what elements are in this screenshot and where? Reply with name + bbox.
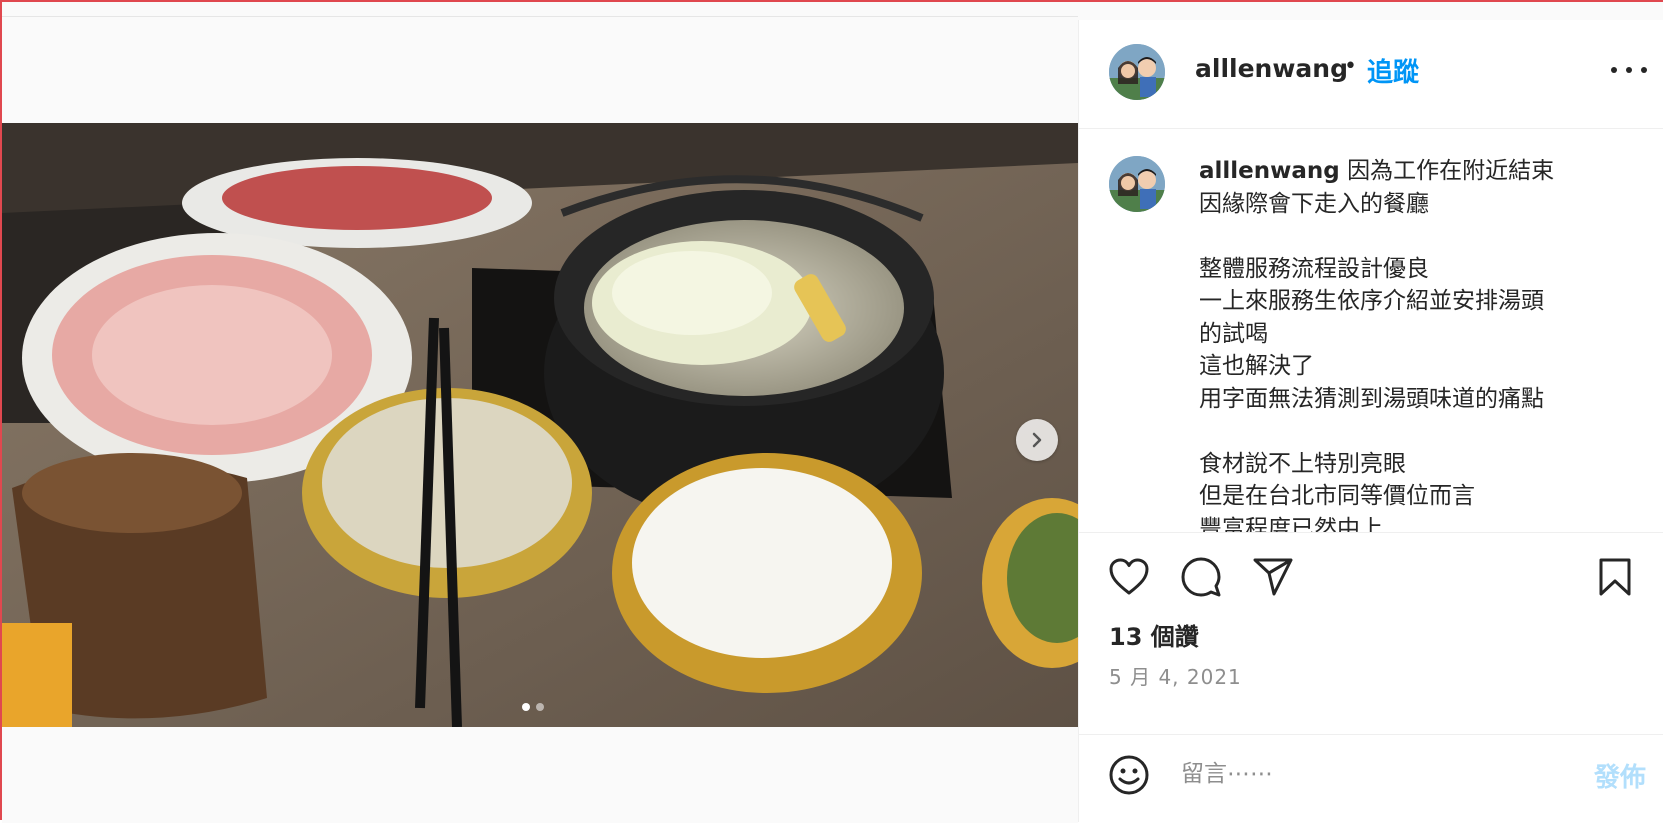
share-button[interactable] bbox=[1251, 555, 1295, 599]
post-date[interactable]: 5 月 4, 2021 bbox=[1109, 661, 1242, 690]
avatar-image bbox=[1109, 156, 1165, 212]
bookmark-icon bbox=[1599, 558, 1631, 596]
carousel-indicator bbox=[522, 703, 544, 711]
post-side-panel: alllenwang • 追蹤 alllenwang 因為工作在附近結束 因緣際… bbox=[1078, 20, 1663, 822]
chevron-right-icon bbox=[1032, 432, 1042, 448]
author-avatar[interactable] bbox=[1109, 44, 1165, 100]
like-button[interactable] bbox=[1107, 555, 1151, 599]
caption-line: 因緣際會下走入的餐廳 bbox=[1199, 190, 1429, 217]
caption-line: 用字面無法猜測到湯頭味道的痛點 bbox=[1199, 385, 1544, 412]
caption-line: 一上來服務生依序介紹並安排湯頭 bbox=[1199, 288, 1544, 314]
caption-line bbox=[1199, 415, 1649, 448]
carousel-dot bbox=[536, 703, 544, 711]
smiley-icon bbox=[1109, 755, 1149, 795]
more-options-button[interactable] bbox=[1611, 60, 1647, 80]
caption-username-link[interactable]: alllenwang bbox=[1199, 158, 1340, 184]
caption-line: 整體服務流程設計優良 bbox=[1199, 255, 1429, 282]
author-username-link[interactable]: alllenwang bbox=[1195, 54, 1348, 83]
caption-scroll-area[interactable]: alllenwang 因為工作在附近結束 因緣際會下走入的餐廳 整體服務流程設計… bbox=[1079, 129, 1663, 532]
emoji-button[interactable] bbox=[1107, 753, 1151, 797]
caption-line: 的試喝 bbox=[1199, 320, 1268, 347]
post-actions: 13 個讚 5 月 4, 2021 bbox=[1079, 532, 1663, 753]
post-photo[interactable] bbox=[2, 123, 1078, 727]
caption-first-line: alllenwang 因為工作在附近結束 bbox=[1199, 155, 1649, 188]
caption-text: 因為工作在附近結束 bbox=[1339, 158, 1555, 184]
caption-line: 食材說不上特別亮眼 bbox=[1199, 450, 1406, 477]
post-header: alllenwang • 追蹤 bbox=[1079, 20, 1663, 129]
likes-count[interactable]: 13 個讚 bbox=[1109, 617, 1199, 652]
caption-author-avatar[interactable] bbox=[1109, 156, 1165, 212]
post-media-area bbox=[2, 16, 1078, 823]
caption-line bbox=[1199, 220, 1649, 253]
comment-button[interactable] bbox=[1179, 555, 1223, 599]
post-comment-button[interactable]: 發佈 bbox=[1594, 757, 1646, 794]
avatar-image bbox=[1109, 44, 1165, 100]
comment-input[interactable] bbox=[1179, 753, 1563, 795]
browser-frame: alllenwang • 追蹤 alllenwang 因為工作在附近結束 因緣際… bbox=[0, 0, 1663, 823]
carousel-dot-active bbox=[522, 703, 530, 711]
save-button[interactable] bbox=[1593, 555, 1637, 599]
paper-plane-icon bbox=[1253, 558, 1293, 596]
caption-line: 豐富程度已然中上 bbox=[1199, 515, 1383, 533]
caption-line: 這也解決了 bbox=[1199, 353, 1314, 379]
hotpot-meal-photo bbox=[2, 123, 1078, 727]
more-options-icon-dot bbox=[1626, 67, 1632, 73]
post-caption: alllenwang 因為工作在附近結束 因緣際會下走入的餐廳 整體服務流程設計… bbox=[1199, 155, 1649, 532]
more-options-icon-dot bbox=[1641, 67, 1647, 73]
heart-icon bbox=[1109, 558, 1149, 595]
caption-line: 但是在台北市同等價位而言 bbox=[1199, 483, 1475, 509]
more-options-icon bbox=[1611, 67, 1617, 73]
add-comment-section: 發佈 bbox=[1079, 734, 1663, 823]
follow-button[interactable]: 追蹤 bbox=[1367, 52, 1419, 89]
comment-icon bbox=[1181, 557, 1221, 597]
carousel-next-button[interactable] bbox=[1016, 419, 1058, 461]
header-separator: • bbox=[1344, 54, 1357, 79]
